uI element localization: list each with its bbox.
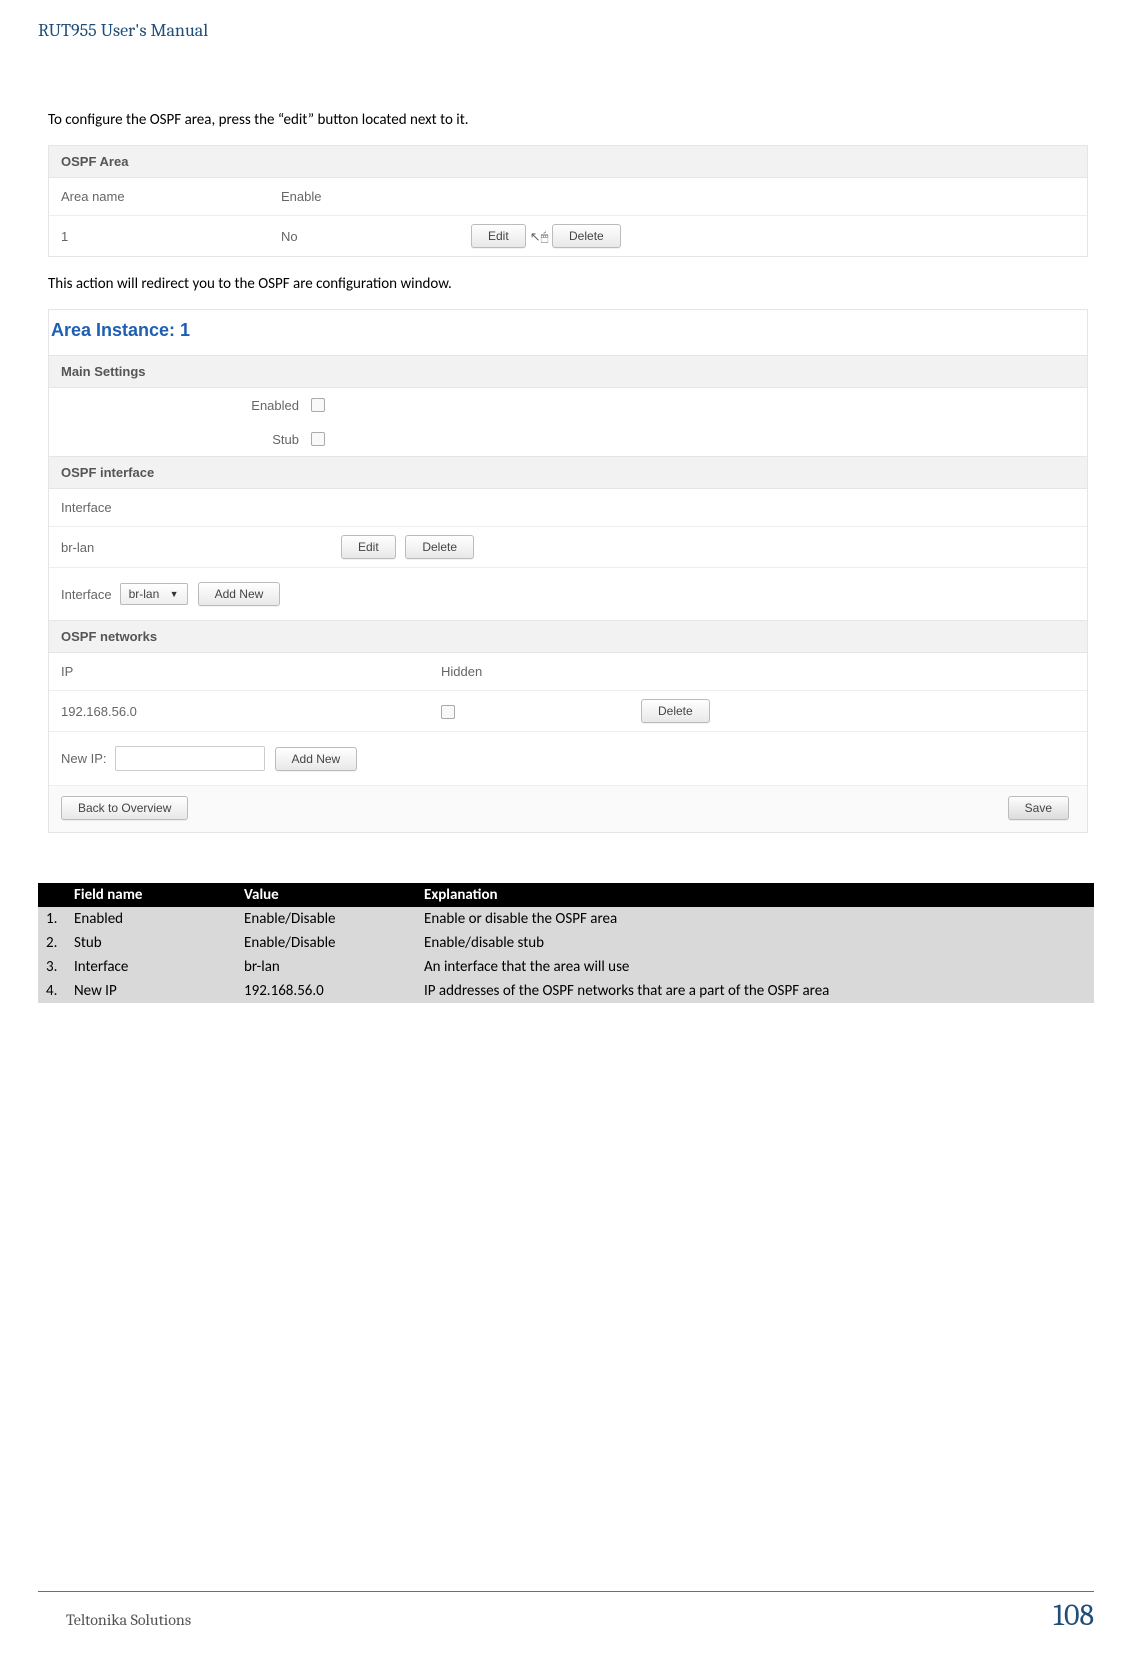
area-name-value: 1 [61, 229, 281, 244]
footer-divider [38, 1591, 1094, 1592]
interface-add-new-button[interactable]: Add New [198, 582, 281, 606]
networks-data-row: 192.168.56.0 Delete [49, 691, 1087, 732]
footer-company: Teltonika Solutions [38, 1611, 191, 1629]
ip-add-new-button[interactable]: Add New [275, 747, 358, 771]
stub-row: Stub [49, 422, 1087, 456]
interface-col-header: Interface [61, 500, 281, 515]
ip-value: 192.168.56.0 [61, 704, 441, 719]
row-value: Enable/Disable [236, 907, 416, 931]
networks-header-row: IP Hidden [49, 653, 1087, 691]
ip-col-header: IP [61, 664, 441, 679]
col-area-name: Area name [61, 189, 281, 204]
row-value: 192.168.56.0 [236, 979, 416, 1003]
cursor-icon: ↖🖱 [530, 229, 549, 244]
new-ip-label: New IP: [61, 751, 115, 766]
table-row: 2. Stub Enable/Disable Enable/disable st… [38, 931, 1094, 955]
enabled-checkbox[interactable] [311, 398, 325, 412]
interface-delete-button[interactable]: Delete [405, 535, 474, 559]
row-num: 1. [38, 907, 66, 931]
page-footer: Teltonika Solutions 108 [38, 1591, 1094, 1633]
hidden-checkbox[interactable] [441, 705, 455, 719]
enabled-label: Enabled [61, 398, 311, 413]
area-instance-panel: Area Instance: 1 Main Settings Enabled S… [48, 309, 1088, 833]
intro-text-1: To configure the OSPF area, press the “e… [48, 111, 1094, 129]
save-button[interactable]: Save [1008, 796, 1069, 820]
fields-explanation-table: Field name Value Explanation 1. Enabled … [38, 883, 1094, 1003]
row-expl: IP addresses of the OSPF networks that a… [416, 979, 1094, 1003]
th-field-name: Field name [66, 883, 236, 907]
hidden-col-header: Hidden [441, 664, 482, 679]
ospf-area-header: OSPF Area [49, 146, 1087, 178]
chevron-down-icon: ▼ [170, 589, 179, 599]
interface-add-row: Interface br-lan ▼ Add New [49, 568, 1087, 620]
interface-select-value: br-lan [129, 587, 160, 601]
row-expl: An interface that the area will use [416, 955, 1094, 979]
row-num: 4. [38, 979, 66, 1003]
area-instance-title: Area Instance: 1 [49, 310, 1087, 355]
delete-button[interactable]: Delete [552, 224, 621, 248]
main-settings-header: Main Settings [49, 355, 1087, 388]
table-row: 4. New IP 192.168.56.0 IP addresses of t… [38, 979, 1094, 1003]
area-enable-value: No [281, 229, 471, 244]
table-row: 3. Interface br-lan An interface that th… [38, 955, 1094, 979]
new-ip-row: New IP: Add New [49, 732, 1087, 785]
interface-value: br-lan [61, 540, 281, 555]
edit-button[interactable]: Edit [471, 224, 526, 248]
interface-header-row: Interface [49, 489, 1087, 527]
row-name: New IP [66, 979, 236, 1003]
row-expl: Enable/disable stub [416, 931, 1094, 955]
col-enable: Enable [281, 189, 471, 204]
row-name: Stub [66, 931, 236, 955]
interface-select[interactable]: br-lan ▼ [120, 583, 188, 605]
row-num: 3. [38, 955, 66, 979]
panel-bottom-bar: Back to Overview Save [49, 785, 1087, 832]
row-value: br-lan [236, 955, 416, 979]
new-ip-input[interactable] [115, 746, 265, 771]
interface-edit-button[interactable]: Edit [341, 535, 396, 559]
stub-checkbox[interactable] [311, 432, 325, 446]
back-to-overview-button[interactable]: Back to Overview [61, 796, 188, 820]
enabled-row: Enabled [49, 388, 1087, 422]
intro-text-2: This action will redirect you to the OSP… [48, 275, 1094, 293]
ospf-area-columns: Area name Enable [49, 178, 1087, 216]
table-row: 1. Enabled Enable/Disable Enable or disa… [38, 907, 1094, 931]
network-delete-button[interactable]: Delete [641, 699, 710, 723]
row-name: Interface [66, 955, 236, 979]
th-value: Value [236, 883, 416, 907]
row-expl: Enable or disable the OSPF area [416, 907, 1094, 931]
ospf-area-row: 1 No Edit ↖🖱 Delete [49, 216, 1087, 256]
document-title: RUT955 User's Manual [38, 20, 1094, 41]
ospf-area-panel: OSPF Area Area name Enable 1 No Edit ↖🖱 D… [48, 145, 1088, 257]
ospf-interface-header: OSPF interface [49, 456, 1087, 489]
row-num: 2. [38, 931, 66, 955]
row-value: Enable/Disable [236, 931, 416, 955]
th-blank [38, 883, 66, 907]
footer-page-number: 108 [1053, 1598, 1094, 1633]
interface-select-label: Interface [61, 587, 120, 602]
interface-data-row: br-lan Edit Delete [49, 527, 1087, 568]
stub-label: Stub [61, 432, 311, 447]
ospf-networks-header: OSPF networks [49, 620, 1087, 653]
th-explanation: Explanation [416, 883, 1094, 907]
row-name: Enabled [66, 907, 236, 931]
